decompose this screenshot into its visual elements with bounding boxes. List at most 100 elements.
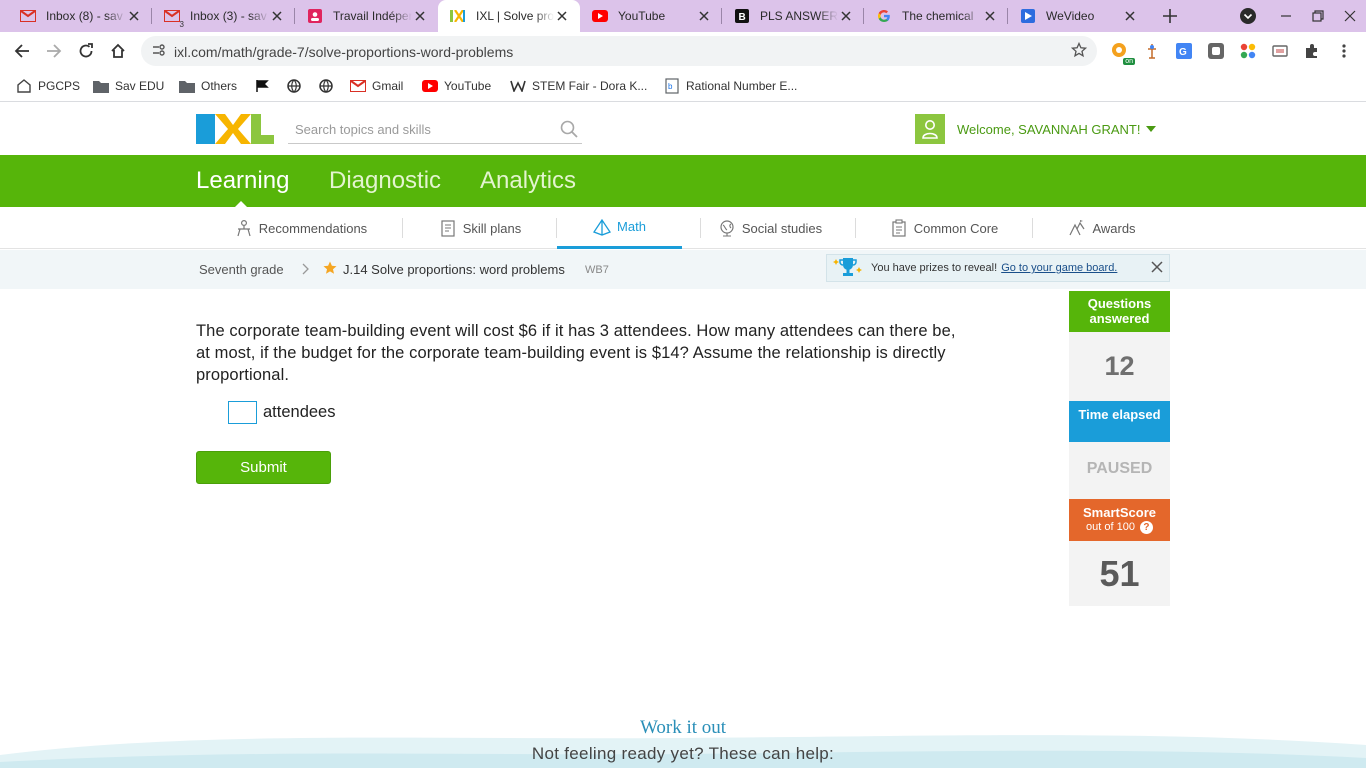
tab-awards[interactable]: Awards	[1060, 207, 1144, 249]
address-bar[interactable]: ixl.com/math/grade-7/solve-proportions-w…	[141, 36, 1097, 66]
globe-icon	[318, 78, 334, 94]
tab-recommendations[interactable]: Recommendations	[220, 207, 382, 249]
bookmark-item[interactable]: b Rational Number E...	[664, 76, 797, 96]
extension-icon[interactable]	[1207, 42, 1225, 60]
tab-label: Skill plans	[462, 220, 522, 236]
bookmark-item[interactable]: PGCPS	[16, 76, 80, 96]
user-menu[interactable]: Welcome, SAVANNAH GRANT!	[915, 114, 1157, 144]
close-tab-icon[interactable]	[982, 8, 998, 24]
bookmark-folder[interactable]: Sav EDU	[93, 76, 164, 96]
close-tab-icon[interactable]	[838, 8, 854, 24]
browser-tab[interactable]: Inbox (8) - sav	[8, 0, 152, 32]
close-tab-icon[interactable]	[696, 8, 712, 24]
answer-unit: attendees	[263, 403, 336, 421]
help-icon[interactable]: ?	[1139, 521, 1153, 534]
folder-icon	[179, 78, 195, 94]
contacts-icon	[307, 8, 323, 24]
not-ready-text: Not feeling ready yet? These can help:	[531, 744, 835, 763]
search-icon[interactable]	[560, 120, 578, 143]
tab-title: YouTube	[618, 9, 666, 23]
browser-tab[interactable]: Travail Indépen	[295, 0, 438, 32]
pgcps-icon	[16, 78, 32, 94]
nav-learning[interactable]: Learning	[196, 167, 289, 195]
browser-tab[interactable]: 3 Inbox (3) - sav	[152, 0, 295, 32]
questions-answered-value: 12	[1069, 332, 1170, 401]
avatar	[915, 114, 945, 144]
globe-icon	[286, 78, 302, 94]
nav-diagnostic[interactable]: Diagnostic	[329, 167, 441, 195]
prize-text: You have prizes to reveal!	[871, 262, 998, 274]
ixl-logo[interactable]	[196, 114, 274, 144]
bookmark-item[interactable]	[318, 76, 340, 96]
skill-code: WB7	[585, 264, 609, 276]
extension-icon[interactable]: on	[1111, 42, 1135, 65]
minimize-button[interactable]	[1270, 0, 1302, 32]
tab-label: Social studies	[741, 220, 823, 236]
game-board-link[interactable]: Go to your game board.	[1001, 262, 1117, 274]
browser-tab[interactable]: YouTube	[580, 0, 722, 32]
browser-tab-active[interactable]: IXL | Solve pro	[438, 0, 580, 32]
questions-answered-label: Questions answered	[1069, 291, 1170, 332]
chevron-right-icon	[302, 262, 310, 280]
extension-icon[interactable]	[1271, 42, 1289, 60]
extensions-puzzle-icon[interactable]	[1303, 42, 1321, 60]
answer-input[interactable]	[228, 401, 257, 424]
browser-tab-strip: Inbox (8) - sav 3 Inbox (3) - sav Travai…	[0, 0, 1366, 32]
bookmark-star-icon[interactable]	[1070, 41, 1088, 63]
bookmark-item[interactable]: STEM Fair - Dora K...	[510, 76, 647, 96]
close-tab-icon[interactable]	[554, 8, 570, 24]
bookmarks-bar: PGCPS Sav EDU Others Gmail YouTube STEM …	[0, 70, 1366, 102]
bookmark-label: YouTube	[444, 79, 492, 93]
site-info-icon[interactable]	[151, 43, 165, 62]
nav-analytics[interactable]: Analytics	[480, 167, 576, 195]
gmail-icon	[20, 8, 36, 24]
recommendations-icon	[235, 219, 253, 237]
close-tab-icon[interactable]	[126, 8, 142, 24]
browser-tab[interactable]: B PLS ANSWER	[722, 0, 864, 32]
browser-tab[interactable]: WeVideo	[1008, 0, 1148, 32]
close-tab-icon[interactable]	[269, 8, 285, 24]
close-tab-icon[interactable]	[412, 8, 428, 24]
bookmark-item[interactable]: Gmail	[350, 76, 403, 96]
bookmark-item[interactable]	[286, 76, 308, 96]
new-tab-button[interactable]	[1158, 4, 1182, 28]
topic-search-input[interactable]: Search topics and skills	[288, 116, 582, 144]
gmail-icon	[350, 78, 366, 94]
submit-button[interactable]: Submit	[196, 451, 331, 484]
skill-plans-icon	[439, 219, 457, 237]
bookmark-label: Rational Number E...	[686, 79, 798, 93]
bookmark-folder[interactable]: Others	[179, 76, 237, 96]
close-icon[interactable]	[1151, 261, 1163, 276]
tab-label: Recommendations	[258, 220, 368, 236]
tab-search-button[interactable]	[1232, 0, 1264, 32]
bookmark-item[interactable]	[254, 76, 276, 96]
tab-social-studies[interactable]: Social studies	[712, 207, 828, 249]
tab-common-core[interactable]: Common Core	[882, 207, 1006, 249]
forward-button[interactable]	[40, 37, 68, 65]
bookmark-label: Sav EDU	[115, 79, 165, 93]
tab-title: The chemical	[902, 9, 974, 23]
tab-skill-plans[interactable]: Skill plans	[422, 207, 538, 249]
bookmark-label: Others	[201, 79, 238, 93]
close-window-button[interactable]	[1334, 0, 1366, 32]
restore-button[interactable]	[1302, 0, 1334, 32]
tab-math[interactable]: Math	[557, 207, 682, 249]
extension-icon[interactable]	[1239, 42, 1257, 60]
extension-icon[interactable]	[1143, 42, 1161, 60]
bookmark-item[interactable]: YouTube	[422, 76, 491, 96]
extension-badge: on	[1123, 58, 1135, 65]
breadcrumb-grade[interactable]: Seventh grade	[199, 262, 284, 277]
doc-icon: b	[664, 78, 680, 94]
smartscore-label: SmartScore	[1083, 505, 1156, 520]
home-button[interactable]	[104, 37, 132, 65]
math-pyramid-icon	[593, 218, 612, 236]
browser-tab[interactable]: The chemical	[864, 0, 1008, 32]
brainly-icon: B	[734, 8, 750, 24]
svg-text:b: b	[668, 82, 673, 91]
reload-button[interactable]	[72, 37, 100, 65]
google-translate-icon[interactable]: G	[1175, 42, 1193, 60]
chrome-menu-icon[interactable]	[1335, 42, 1353, 60]
answer-row: attendees	[228, 401, 335, 424]
close-tab-icon[interactable]	[1122, 8, 1138, 24]
back-button[interactable]	[8, 37, 36, 65]
